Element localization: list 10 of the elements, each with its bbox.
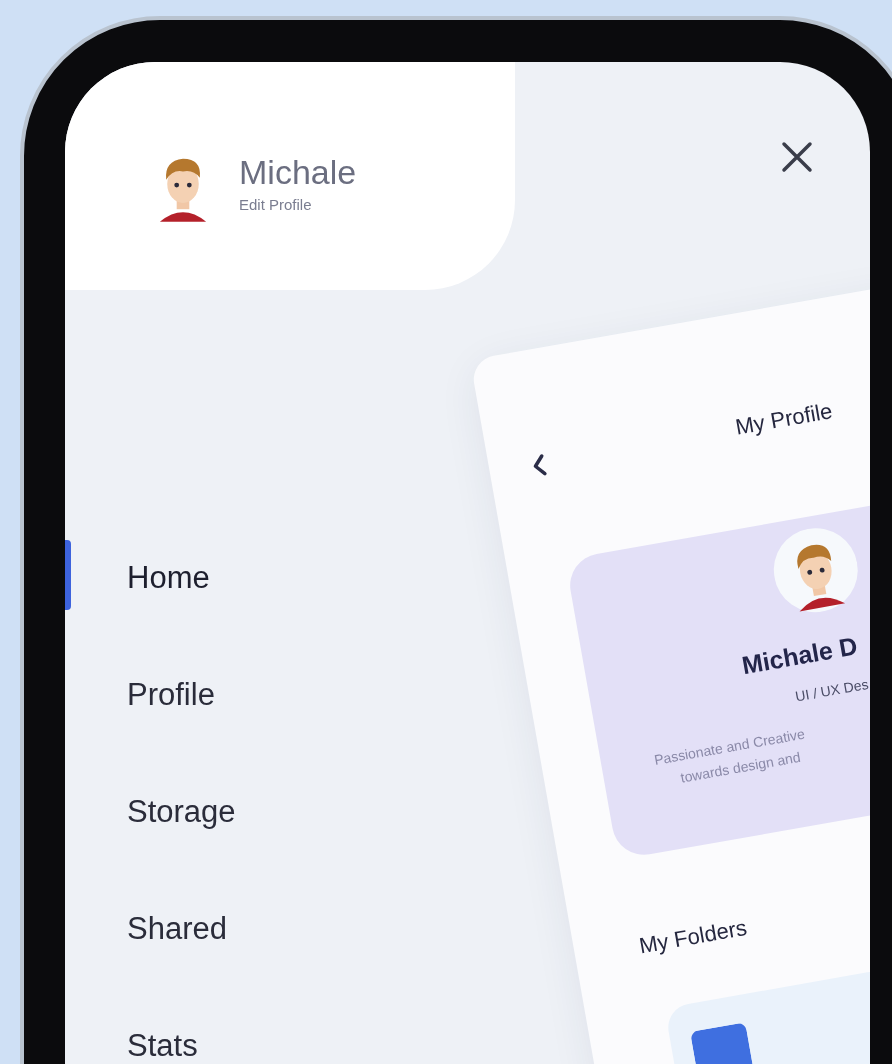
close-icon[interactable] [780, 140, 814, 174]
menu-item[interactable]: Home [127, 555, 210, 602]
menu-item[interactable]: Profile [127, 672, 215, 719]
section-title: My Folders [636, 913, 750, 961]
edit-profile-link[interactable]: Edit Profile [239, 193, 357, 217]
screen-title: My Profile [732, 397, 835, 442]
menu-item[interactable]: Storage [127, 789, 236, 836]
menu-item[interactable]: Stats [127, 1023, 198, 1064]
user-name: Michale [239, 151, 357, 192]
menu-item[interactable]: Shared [127, 906, 227, 953]
